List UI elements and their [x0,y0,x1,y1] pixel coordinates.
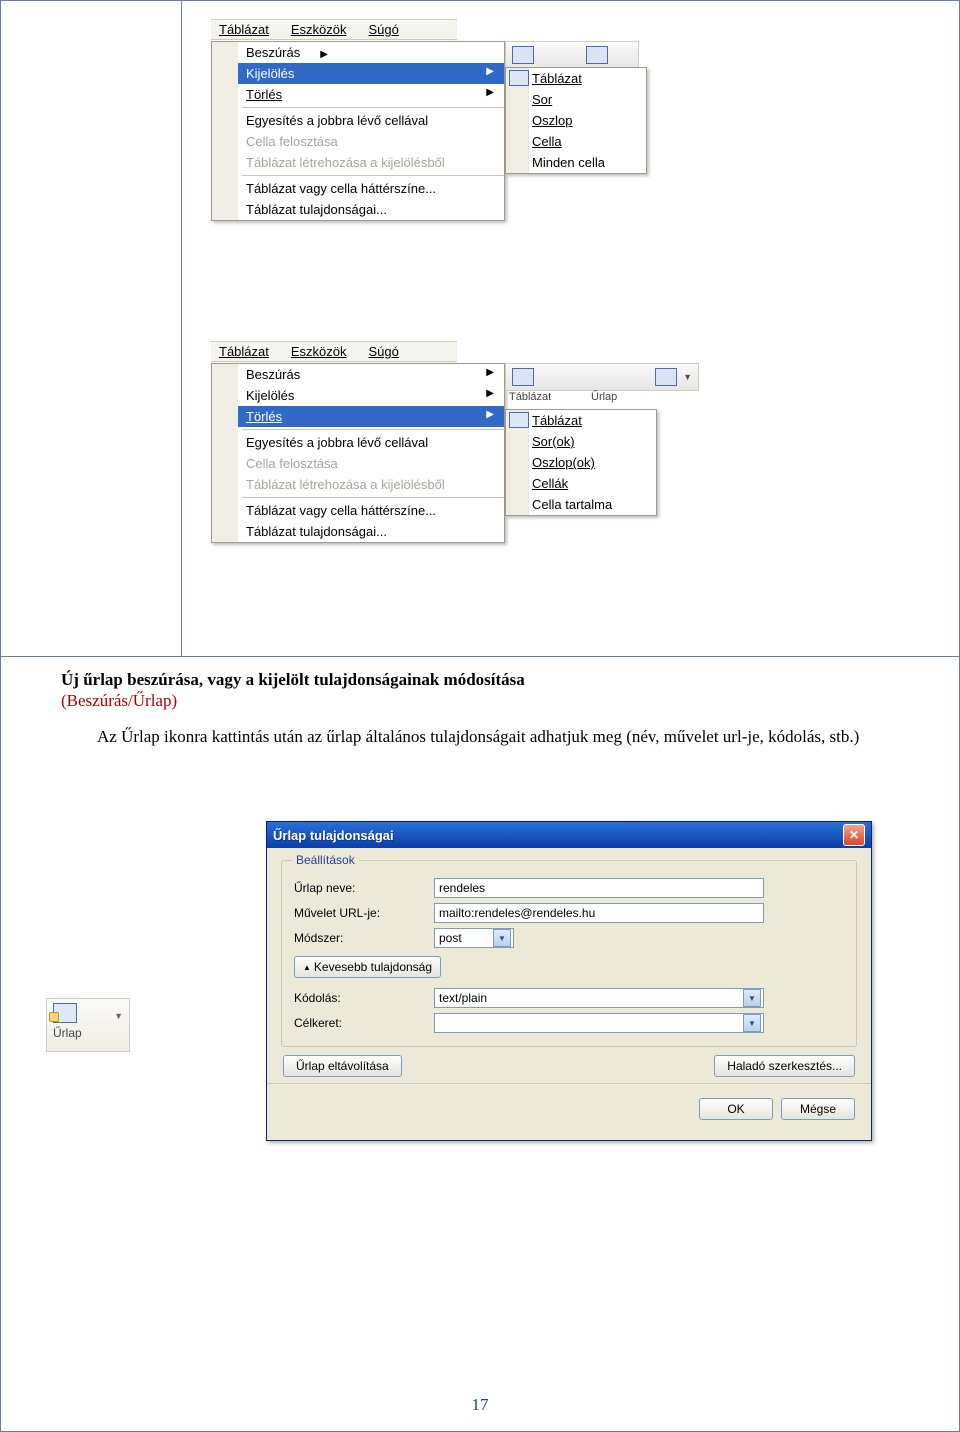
toolbar-urlap-button[interactable]: ▼ Űrlap [46,998,130,1052]
label-kodolas: Kódolás: [294,991,434,1005]
menuitem-hatterszin[interactable]: Táblázat vagy cella háttérszíne... [212,500,504,521]
label-modszer: Módszer: [294,931,434,945]
menuitem-egyesites[interactable]: Egyesítés a jobbra lévő cellával [212,432,504,453]
select-kodolas[interactable]: text/plain▼ [434,988,764,1008]
submenuitem-tablazat[interactable]: Táblázat [506,410,656,431]
dialog-urlap-tulajdonsagai: Űrlap tulajdonságai ✕ Beállítások Űrlap … [266,821,872,1141]
submenuitem-tablazat[interactable]: Táblázat [506,68,646,89]
menuitem-cellafelosztasa: Cella felosztása [212,453,504,474]
input-urlap-neve[interactable] [434,878,764,898]
menuitem-kijeloles[interactable]: Kijelölés▶ [212,63,504,84]
tool-icon[interactable] [512,368,534,386]
menuitem-tulajdonsagok[interactable]: Táblázat tulajdonságai... [212,521,504,542]
table-icon [509,412,529,428]
chevron-down-icon: ▼ [114,1011,123,1021]
button-ok[interactable]: OK [699,1098,773,1120]
menubar-2: Táblázat Eszközök Súgó [211,341,457,362]
table-icon [509,70,529,86]
page-number: 17 [1,1395,959,1415]
close-button[interactable]: ✕ [843,824,865,846]
menuitem-egyesites[interactable]: Egyesítés a jobbra lévő cellával [212,110,504,131]
chevron-down-icon: ▼ [493,929,511,947]
menuitem-beszuras[interactable]: Beszúrás▶ [212,42,504,63]
tool-icon[interactable] [512,46,534,64]
menuitem-torles[interactable]: Törlés▶ [212,406,504,427]
tool-label: Űrlap [591,391,617,403]
toolbar-urlap-label: Űrlap [53,1026,82,1040]
menu-tablazat[interactable]: Táblázat [219,344,269,359]
menuitem-beszuras[interactable]: Beszúrás▶ [212,364,504,385]
dropdown-tablazat-1: Beszúrás▶ Kijelölés▶ Törlés▶ Egyesítés a… [211,41,505,221]
menu-tablazat[interactable]: Táblázat [219,22,269,37]
menubar-1: Táblázat Eszközök Súgó [211,19,457,40]
dialog-titlebar: Űrlap tulajdonságai ✕ [267,822,871,848]
menuitem-torles[interactable]: Törlés▶ [212,84,504,105]
submenu-kijeloles: Táblázat Sor Oszlop Cella Minden cella [505,67,647,174]
screenshot-kijeloles: Táblázat Eszközök Súgó Beszúrás▶ Kijelöl… [211,19,505,221]
chevron-down-icon: ▼ [743,1014,761,1032]
chevron-down-icon[interactable]: ▼ [683,372,692,382]
select-modszer[interactable]: post▼ [434,928,514,948]
label-celkeret: Célkeret: [294,1016,434,1030]
fieldset-legend: Beállítások [292,853,359,867]
button-kevesebb-tulajdonsag[interactable]: ▲Kevesebb tulajdonság [294,956,441,978]
screenshot-torles: Táblázat Eszközök Súgó Beszúrás▶ Kijelöl… [211,341,505,543]
menu-eszkozok[interactable]: Eszközök [291,344,347,359]
button-halado-szerkesztes[interactable]: Haladó szerkesztés... [714,1055,855,1077]
button-megse[interactable]: Mégse [781,1098,855,1120]
body-text: Új űrlap beszúrása, vagy a kijelölt tula… [61,669,896,747]
label-urlap-neve: Űrlap neve: [294,881,434,895]
tool-icon[interactable] [655,368,677,386]
input-muvelet-url[interactable] [434,903,764,923]
toolbar-peek-2: ▼ [505,363,699,391]
toolbar-peek-1 [505,41,639,69]
submenu-torles: Táblázat Sor(ok) Oszlop(ok) Cellák Cella… [505,409,657,516]
menuitem-letrehozas: Táblázat létrehozása a kijelölésből [212,474,504,495]
menu-sugo[interactable]: Súgó [369,344,399,359]
button-urlap-eltavolitasa[interactable]: Űrlap eltávolítása [283,1055,402,1077]
menuitem-cellafelosztasa: Cella felosztása [212,131,504,152]
menuitem-letrehozas: Táblázat létrehozása a kijelölésből [212,152,504,173]
dialog-title: Űrlap tulajdonságai [273,828,843,843]
tool-icon[interactable] [586,46,608,64]
label-muvelet-url: Művelet URL-je: [294,906,434,920]
fieldset-beallitasok: Beállítások Űrlap neve: Művelet URL-je: … [281,860,857,1047]
dropdown-tablazat-2: Beszúrás▶ Kijelölés▶ Törlés▶ Egyesítés a… [211,363,505,543]
menu-sugo[interactable]: Súgó [369,22,399,37]
menu-eszkozok[interactable]: Eszközök [291,22,347,37]
select-celkeret[interactable]: ▼ [434,1013,764,1033]
menuitem-tulajdonsagok[interactable]: Táblázat tulajdonságai... [212,199,504,220]
menuitem-hatterszin[interactable]: Táblázat vagy cella háttérszíne... [212,178,504,199]
tool-label: Táblázat [509,391,551,403]
menuitem-kijeloles[interactable]: Kijelölés▶ [212,385,504,406]
chevron-down-icon: ▼ [743,989,761,1007]
form-icon [53,1003,77,1023]
